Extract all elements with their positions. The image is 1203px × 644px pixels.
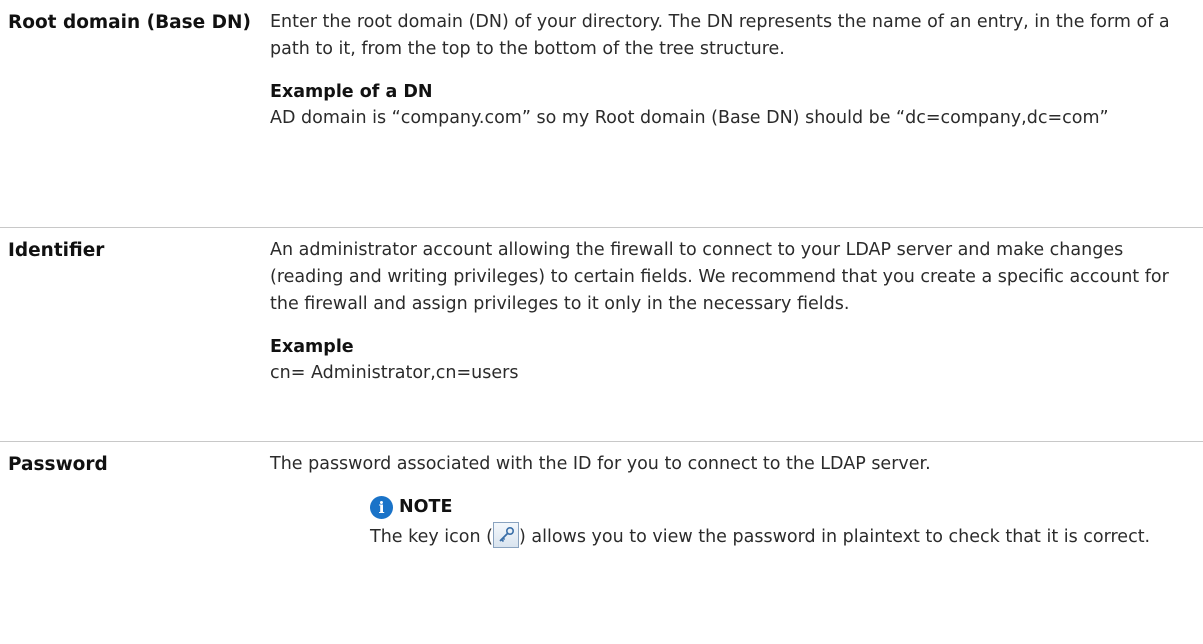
example-title: Example of a DN bbox=[270, 82, 433, 102]
description-text: An administrator account allowing the fi… bbox=[270, 240, 1169, 314]
description-text: Enter the root domain (DN) of your direc… bbox=[270, 12, 1170, 59]
definition-row: Root domain (Base DN) Enter the root dom… bbox=[0, 0, 1203, 228]
description-root-domain: Enter the root domain (DN) of your direc… bbox=[270, 0, 1180, 227]
example-text: AD domain is “company.com” so my Root do… bbox=[270, 108, 1109, 128]
note-title: NOTE bbox=[399, 496, 453, 517]
key-icon-wrapper bbox=[492, 522, 519, 557]
term-root-domain: Root domain (Base DN) bbox=[8, 12, 251, 33]
description-password: The password associated with the ID for … bbox=[270, 442, 1180, 644]
info-icon: i bbox=[370, 495, 393, 519]
note-text-before: The key icon ( bbox=[370, 527, 493, 547]
definition-table: Root domain (Base DN) Enter the root dom… bbox=[0, 0, 1203, 644]
note-header: i NOTE bbox=[370, 492, 1180, 522]
definition-row: Password The password associated with th… bbox=[0, 442, 1203, 644]
description-identifier: An administrator account allowing the fi… bbox=[270, 228, 1180, 441]
term-identifier: Identifier bbox=[8, 240, 105, 261]
example-text: cn= Administrator,cn=users bbox=[270, 363, 519, 383]
example-title: Example bbox=[270, 337, 354, 357]
definition-row: Identifier An administrator account allo… bbox=[0, 228, 1203, 442]
description-text: The password associated with the ID for … bbox=[270, 454, 931, 474]
term-password: Password bbox=[8, 454, 108, 475]
note-text-after: ) allows you to view the password in pla… bbox=[518, 527, 1151, 547]
note-text: The key icon ( ) allows you to view the p… bbox=[370, 522, 1180, 557]
key-icon bbox=[492, 522, 519, 548]
note-box: i NOTE The key icon ( ) allows you to vie… bbox=[370, 492, 1180, 557]
